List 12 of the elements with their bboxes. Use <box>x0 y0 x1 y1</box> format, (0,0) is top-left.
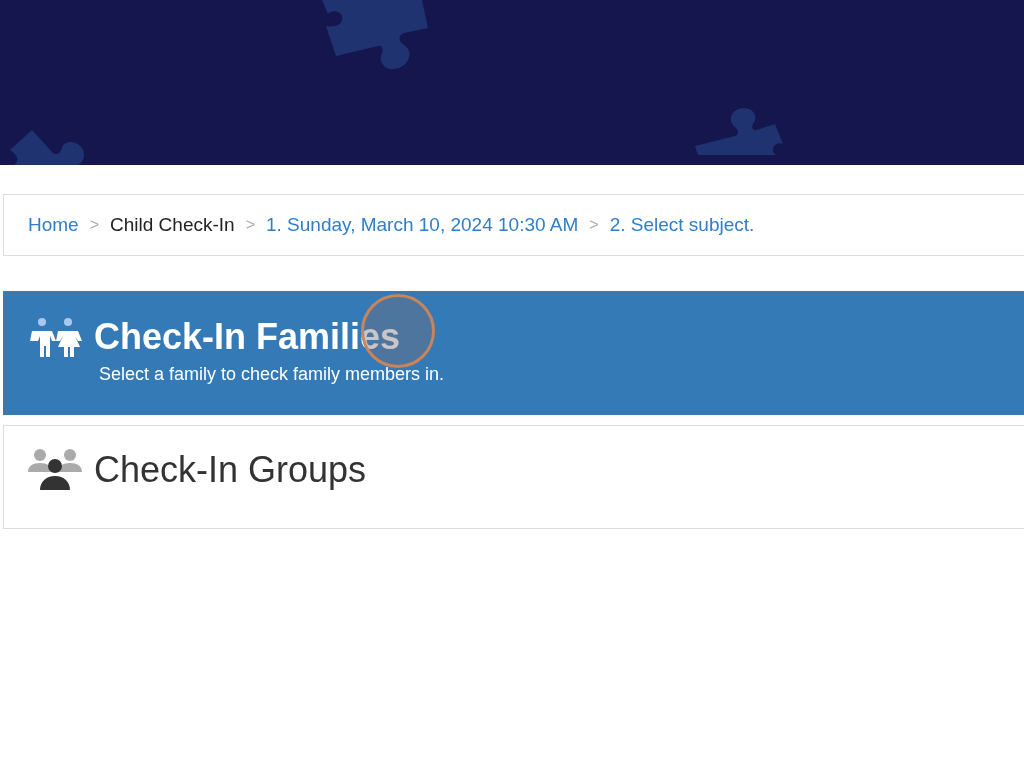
breadcrumb-link[interactable]: 1. Sunday, March 10, 2024 10:30 AM <box>266 214 579 236</box>
option-panel[interactable]: Check-In Groups <box>3 425 1024 529</box>
breadcrumb-link[interactable]: Home <box>28 214 79 236</box>
breadcrumb-current: Child Check-In <box>110 214 235 236</box>
breadcrumb-separator: > <box>589 216 599 234</box>
family-icon <box>28 317 82 357</box>
breadcrumb-separator: > <box>89 216 100 234</box>
group-icon <box>28 448 82 492</box>
breadcrumb-link[interactable]: 2. Select subject. <box>609 214 755 236</box>
option-description: Select a family to check family members in. <box>98 364 446 385</box>
option-title: Check-In Groups <box>94 449 367 491</box>
breadcrumb-separator: > <box>245 216 255 234</box>
